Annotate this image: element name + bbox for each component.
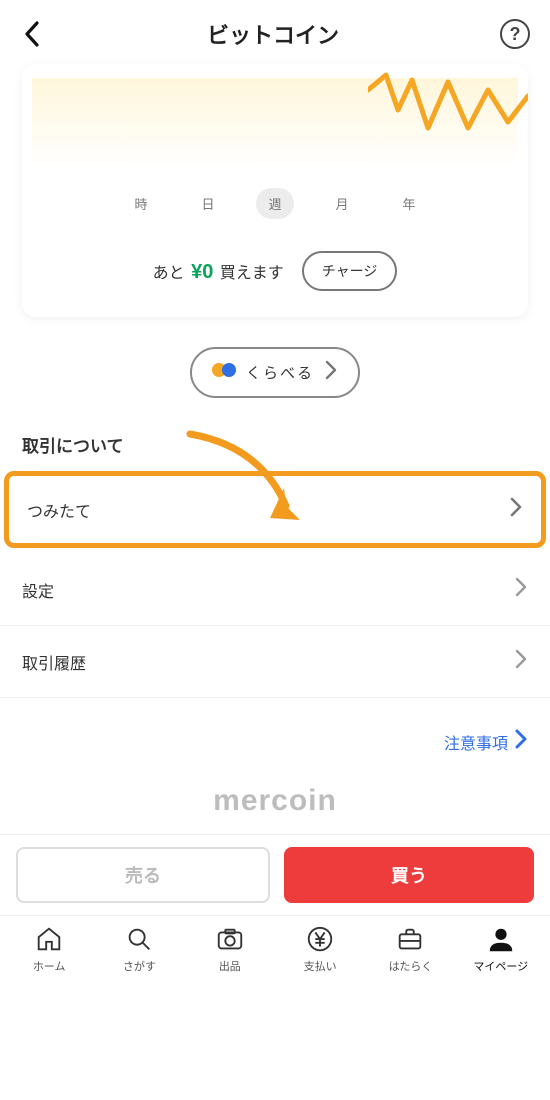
row-label: 取引履歴 — [22, 650, 86, 674]
settings-list: つみたて 設定 取引履歴 — [0, 471, 550, 698]
price-line-icon — [368, 70, 528, 150]
notes-label: 注意事項 — [444, 730, 508, 754]
buy-button[interactable]: 買う — [284, 847, 534, 903]
balance-text: あと ¥0 買えます — [153, 259, 284, 284]
nav-label: さがす — [123, 958, 156, 974]
row-tsumitate[interactable]: つみたて — [4, 471, 546, 548]
chevron-right-icon — [514, 648, 528, 675]
nav-home[interactable]: ホーム — [9, 924, 89, 974]
chevron-right-icon — [514, 576, 528, 603]
compare-button[interactable]: くらべる — [190, 347, 360, 398]
nav-search[interactable]: さがす — [99, 924, 179, 974]
brand-logo: mercoin — [0, 784, 550, 818]
nav-work[interactable]: はたらく — [370, 924, 450, 974]
row-history[interactable]: 取引履歴 — [0, 626, 550, 698]
help-button[interactable]: ? — [500, 19, 530, 49]
nav-label: はたらく — [389, 958, 433, 974]
chevron-right-icon — [514, 728, 528, 756]
period-day[interactable]: 日 — [189, 188, 226, 219]
chart-area — [32, 78, 518, 168]
yen-icon — [305, 924, 335, 954]
period-year[interactable]: 年 — [391, 188, 428, 219]
briefcase-icon — [395, 924, 425, 954]
home-icon — [34, 924, 64, 954]
back-button[interactable] — [20, 21, 46, 47]
page-title: ビットコイン — [207, 18, 339, 50]
balance-amount: ¥0 — [191, 261, 213, 283]
row-label: つみたて — [27, 498, 91, 522]
row-label: 設定 — [22, 578, 54, 602]
period-month[interactable]: 月 — [324, 188, 361, 219]
help-icon: ? — [509, 24, 520, 45]
compare-dots-icon — [212, 363, 236, 382]
nav-pay[interactable]: 支払い — [280, 924, 360, 974]
nav-label: ホーム — [33, 958, 66, 974]
bottom-nav: ホーム さがす 出品 支払い はたらく マイページ — [0, 915, 550, 992]
notes-link[interactable]: 注意事項 — [0, 698, 550, 766]
balance-prefix: あと — [153, 265, 185, 282]
nav-label: 支払い — [304, 958, 337, 974]
balance-row: あと ¥0 買えます チャージ — [32, 251, 518, 291]
chevron-right-icon — [324, 359, 338, 386]
charge-button[interactable]: チャージ — [302, 251, 398, 291]
person-icon — [486, 924, 516, 954]
nav-label: マイページ — [473, 958, 528, 974]
trade-bar: 売る 買う — [0, 834, 550, 915]
nav-listing[interactable]: 出品 — [190, 924, 270, 974]
chevron-right-icon — [509, 496, 523, 523]
nav-label: 出品 — [219, 958, 241, 974]
sell-button[interactable]: 売る — [16, 847, 270, 903]
chevron-left-icon — [23, 21, 43, 47]
balance-suffix: 買えます — [220, 265, 284, 282]
camera-icon — [215, 924, 245, 954]
compare-label: くらべる — [246, 362, 314, 383]
nav-mypage[interactable]: マイページ — [461, 924, 541, 974]
period-week[interactable]: 週 — [256, 188, 293, 219]
period-selector: 時 日 週 月 年 — [32, 188, 518, 219]
search-icon — [124, 924, 154, 954]
header: ビットコイン ? — [0, 0, 550, 64]
row-settings[interactable]: 設定 — [0, 554, 550, 626]
chart-card: 時 日 週 月 年 あと ¥0 買えます チャージ — [22, 64, 528, 317]
period-hour[interactable]: 時 — [122, 188, 159, 219]
section-heading: 取引について — [22, 432, 528, 457]
